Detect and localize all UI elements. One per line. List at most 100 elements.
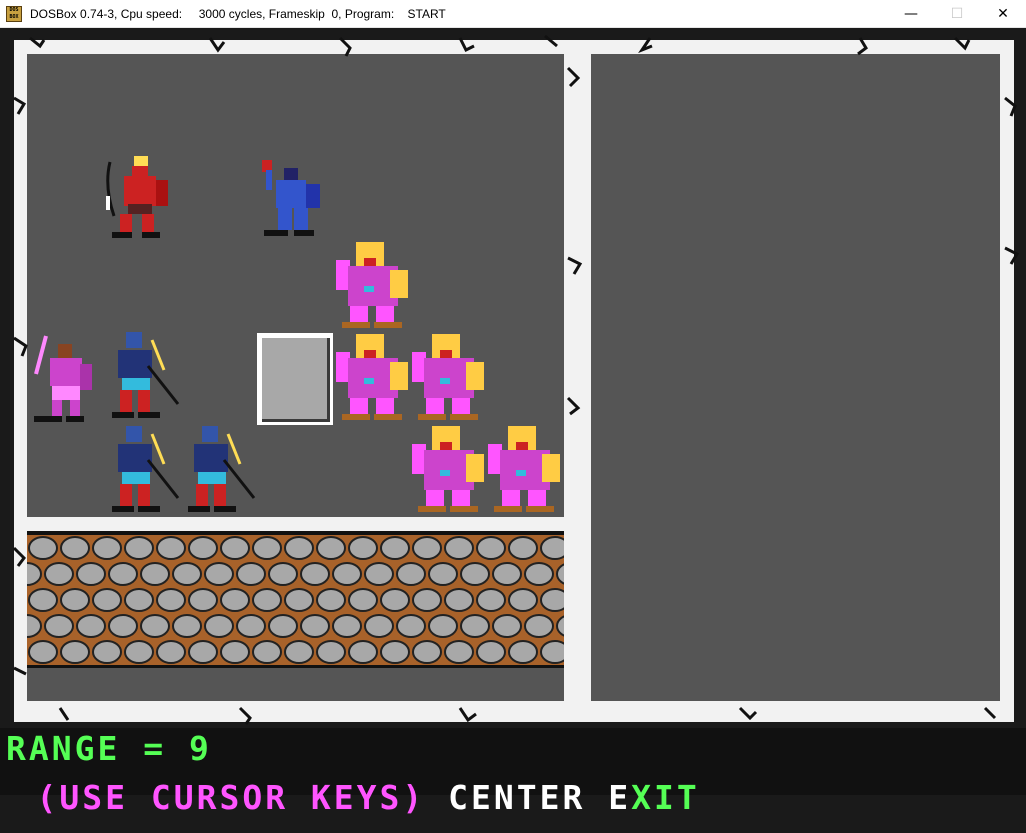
cobblestone — [316, 536, 346, 560]
dark-elf-sprite-3[interactable] — [184, 424, 258, 518]
wall-base — [27, 665, 564, 668]
cobblestone — [28, 588, 58, 612]
game-viewport[interactable]: RANGE = 9 (USE CURSOR KEYS) CENTER EXIT — [0, 28, 1026, 814]
cobblestone — [556, 615, 564, 637]
cobblestone — [300, 614, 330, 638]
cobblestone — [188, 588, 218, 612]
maximize-button[interactable]: ☐ — [934, 0, 980, 28]
window-controls: — ☐ ✕ — [888, 0, 1026, 28]
cobblestone — [268, 562, 298, 586]
cobblestone — [348, 588, 378, 612]
cobblestone — [476, 536, 506, 560]
cobblestone — [348, 640, 378, 664]
minimize-button[interactable]: — — [888, 0, 934, 28]
cobblestone — [156, 536, 186, 560]
cobblestone — [428, 614, 458, 638]
cobblestone — [348, 536, 378, 560]
cobblestone — [444, 640, 474, 664]
cobblestone — [540, 588, 564, 612]
cobblestone — [428, 562, 458, 586]
cobblestone — [332, 562, 362, 586]
cobblestone — [28, 536, 58, 560]
center-option[interactable]: CENTER — [448, 778, 608, 817]
cobblestone — [188, 536, 218, 560]
cobblestone — [92, 640, 122, 664]
cobblestone — [460, 614, 490, 638]
cobblestone — [444, 588, 474, 612]
cobblestone — [268, 614, 298, 638]
command-line: (USE CURSOR KEYS) CENTER EXIT — [6, 762, 700, 833]
cobblestone — [220, 536, 250, 560]
cobblestone — [156, 588, 186, 612]
blue-fighter-sprite[interactable] — [260, 160, 322, 238]
cobblestone — [124, 640, 154, 664]
cobblestone — [76, 614, 106, 638]
cobblestone — [412, 640, 442, 664]
exit-option-hotkey[interactable]: E — [608, 778, 631, 817]
owlbear-sprite-4[interactable] — [410, 424, 488, 516]
cobblestone — [236, 614, 266, 638]
dosbox-icon: DOS BOX — [6, 5, 22, 22]
cobblestone — [60, 640, 90, 664]
range-readout: RANGE = 9 — [6, 729, 212, 768]
cobblestone — [540, 640, 564, 664]
stone-ledge — [27, 517, 564, 531]
window-titlebar[interactable]: DOS BOX DOSBox 0.74-3, Cpu speed: 3000 cy… — [0, 0, 1026, 28]
owlbear-sprite-1[interactable] — [334, 240, 412, 332]
cobblestone — [92, 588, 122, 612]
cobblestone — [108, 562, 138, 586]
cobblestone — [27, 614, 42, 638]
cobblestone — [60, 536, 90, 560]
cobblestone — [364, 614, 394, 638]
cobblestone — [332, 614, 362, 638]
owlbear-sprite-3[interactable] — [410, 332, 488, 424]
close-button[interactable]: ✕ — [980, 0, 1026, 28]
cobblestone — [508, 640, 538, 664]
cobblestone — [492, 562, 522, 586]
cobblestone — [140, 562, 170, 586]
pink-warrior-sprite[interactable] — [32, 334, 94, 424]
cobblestone — [284, 588, 314, 612]
stone-block — [257, 333, 333, 425]
cobblestone — [188, 640, 218, 664]
cobblestone — [76, 562, 106, 586]
cobblestone — [380, 640, 410, 664]
cobblestone — [476, 640, 506, 664]
cobblestone — [252, 536, 282, 560]
cobblestone — [540, 536, 564, 560]
cobblestone — [252, 588, 282, 612]
dark-elf-sprite-2[interactable] — [108, 424, 182, 518]
cobblestone — [252, 640, 282, 664]
cobblestone — [300, 562, 330, 586]
cobblestone — [204, 614, 234, 638]
archer-sprite[interactable] — [104, 156, 174, 238]
cobblestone — [524, 614, 554, 638]
cobblestone — [204, 562, 234, 586]
cobblestone — [396, 562, 426, 586]
window-title: DOSBox 0.74-3, Cpu speed: 3000 cycles, F… — [30, 6, 446, 21]
cobblestone — [396, 614, 426, 638]
cobblestone — [220, 588, 250, 612]
cobblestone — [27, 562, 42, 586]
cobblestone — [380, 536, 410, 560]
cobblestone — [44, 562, 74, 586]
cobblestone — [28, 640, 58, 664]
cobblestone — [172, 562, 202, 586]
cobblestone — [108, 614, 138, 638]
cobblestone — [172, 614, 202, 638]
owlbear-sprite-2[interactable] — [334, 332, 412, 424]
cobblestone — [508, 536, 538, 560]
status-area: RANGE = 9 (USE CURSOR KEYS) CENTER EXIT — [0, 728, 1026, 814]
cobblestone — [92, 536, 122, 560]
owlbear-sprite-5[interactable] — [486, 424, 564, 516]
cobblestone — [236, 562, 266, 586]
cobblestone — [444, 536, 474, 560]
exit-option[interactable]: XIT — [631, 778, 700, 817]
cobblestone — [460, 562, 490, 586]
cobblestone — [124, 588, 154, 612]
cobblestone — [412, 588, 442, 612]
cobblestone — [476, 588, 506, 612]
cobblestone — [60, 588, 90, 612]
cobblestone — [140, 614, 170, 638]
dark-elf-sprite-1[interactable] — [108, 330, 182, 424]
